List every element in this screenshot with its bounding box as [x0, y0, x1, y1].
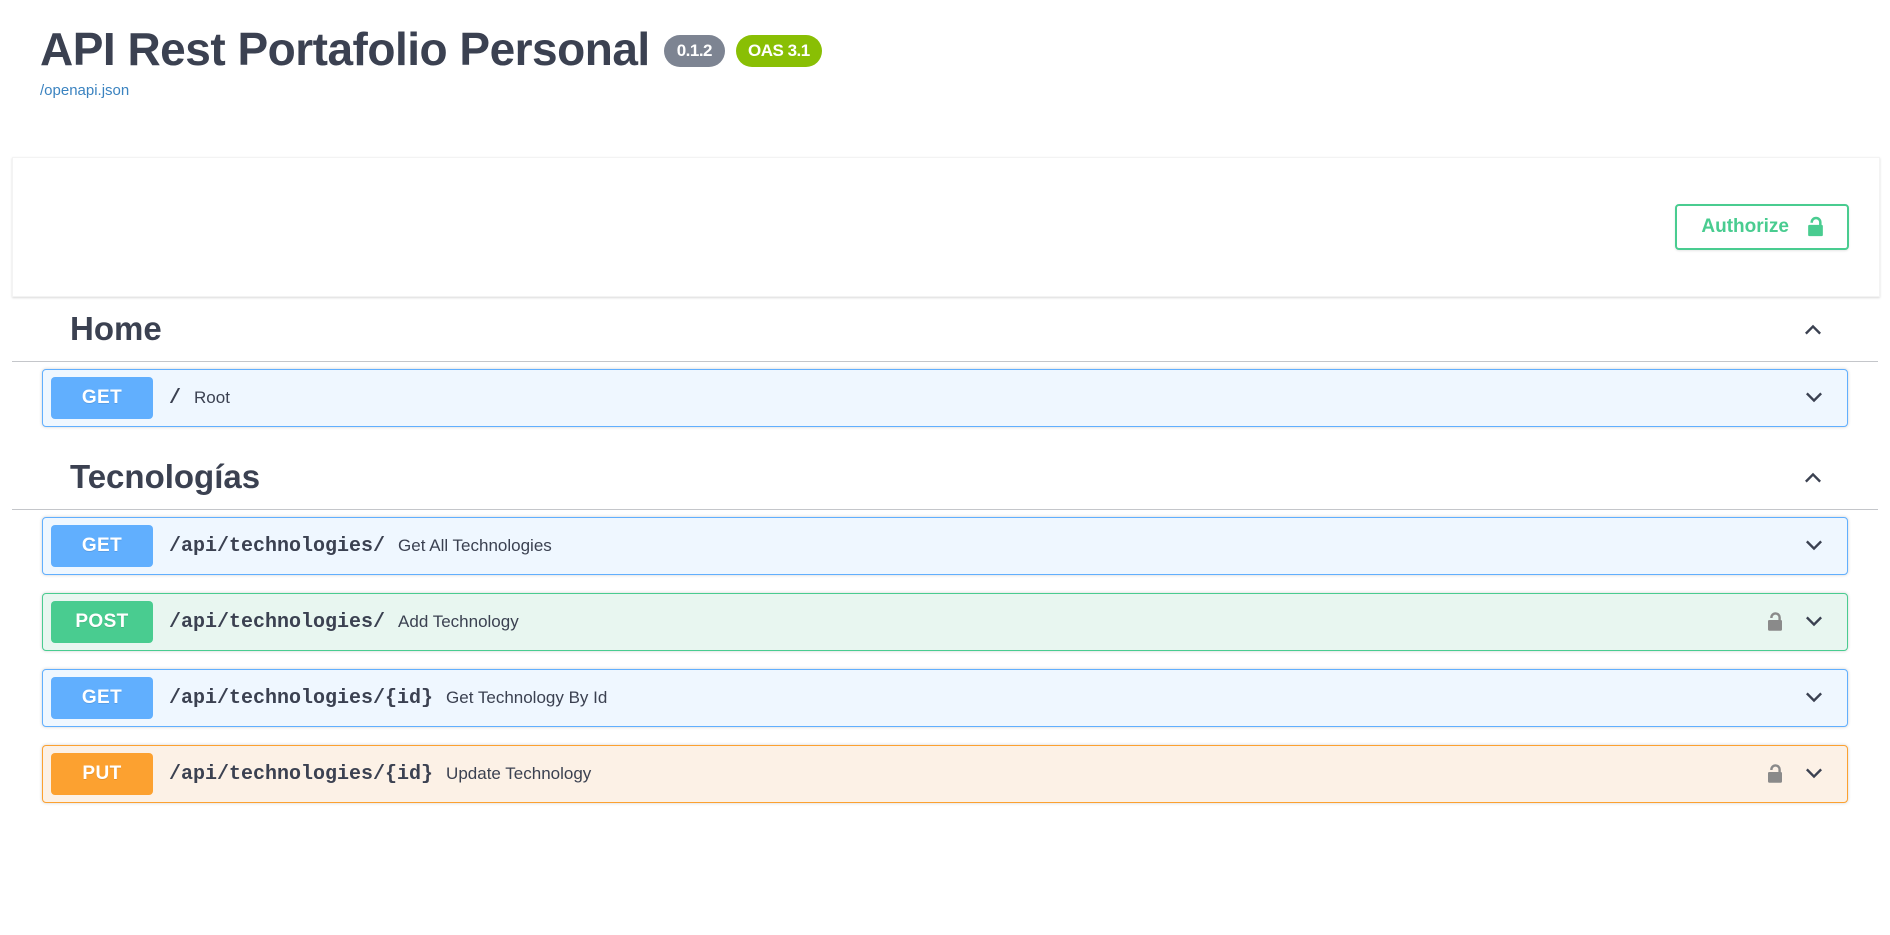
operation-list: GET / Root [0, 369, 1890, 428]
operation-post-add-technology[interactable]: POST/api/technologies/Add Technology [42, 593, 1848, 652]
http-method-badge: PUT [51, 753, 153, 796]
operation-path: /api/technologies/{id} [169, 762, 434, 786]
oas-version-badge: OAS 3.1 [736, 35, 822, 68]
chevron-down-icon[interactable] [1797, 529, 1831, 563]
chevron-up-icon[interactable] [1796, 460, 1830, 494]
operation-get-get-technology-by-id[interactable]: GET/api/technologies/{id} Get Technology … [42, 669, 1848, 728]
http-method-badge: POST [51, 601, 153, 644]
operation-summary: Add Technology [398, 612, 519, 632]
operation-controls [1797, 529, 1833, 563]
tag-name: Tecnologías [70, 458, 261, 496]
operation-put-update-technology[interactable]: PUT/api/technologies/{id} Update Technolo… [42, 745, 1848, 804]
operation-get-root[interactable]: GET / Root [42, 369, 1848, 428]
authorize-button-label: Authorize [1701, 215, 1789, 237]
operation-controls [1765, 605, 1833, 639]
operation-path: /api/technologies/{id} [169, 686, 434, 710]
operation-summary: Get All Technologies [398, 536, 552, 556]
tag-section: Home GET / Root [0, 297, 1890, 428]
scheme-container: Authorize [12, 157, 1880, 298]
authorize-button[interactable]: Authorize [1675, 204, 1849, 251]
api-title-text: API Rest Portafolio Personal [40, 23, 650, 75]
version-badge: 0.1.2 [663, 35, 726, 68]
operation-path: /api/technologies/ [169, 610, 386, 634]
tag-name: Home [70, 310, 162, 348]
tag-header-home[interactable]: Home [12, 297, 1878, 363]
chevron-down-icon[interactable] [1797, 681, 1831, 715]
operation-summary: Update Technology [446, 764, 592, 784]
tag-header-tecnologías[interactable]: Tecnologías [12, 445, 1878, 511]
chevron-down-icon[interactable] [1797, 757, 1831, 791]
http-method-badge: GET [51, 525, 153, 568]
operation-controls [1765, 757, 1833, 791]
chevron-up-icon[interactable] [1796, 312, 1830, 346]
unlock-icon[interactable] [1765, 762, 1785, 786]
chevron-down-icon[interactable] [1797, 605, 1831, 639]
api-info-block: API Rest Portafolio Personal 0.1.2 OAS 3… [0, 0, 1890, 99]
operation-summary: Get Technology By Id [446, 688, 608, 708]
openapi-spec-link[interactable]: /openapi.json [40, 82, 1890, 99]
http-method-badge: GET [51, 377, 153, 420]
operation-controls [1797, 381, 1833, 415]
operations-root: Home GET / Root Tecnologías GET/api/technolog… [0, 297, 1890, 804]
operation-list: GET/api/technologies/Get All Technologie… [0, 517, 1890, 804]
unlock-icon [1805, 215, 1826, 239]
swagger-ui-root: API Rest Portafolio Personal 0.1.2 OAS 3… [0, 0, 1890, 804]
tag-section: Tecnologías GET/api/technologies/Get All … [0, 445, 1890, 804]
auth-wrapper: Authorize [1675, 204, 1849, 251]
operation-summary: Root [194, 388, 230, 408]
http-method-badge: GET [51, 677, 153, 720]
page-title: API Rest Portafolio Personal 0.1.2 OAS 3… [40, 25, 1890, 73]
operation-get-get-all-technologies[interactable]: GET/api/technologies/Get All Technologie… [42, 517, 1848, 576]
unlock-icon[interactable] [1765, 610, 1785, 634]
operation-controls [1797, 681, 1833, 715]
chevron-down-icon[interactable] [1797, 381, 1831, 415]
operation-path: / [169, 386, 182, 410]
operation-path: /api/technologies/ [169, 534, 386, 558]
